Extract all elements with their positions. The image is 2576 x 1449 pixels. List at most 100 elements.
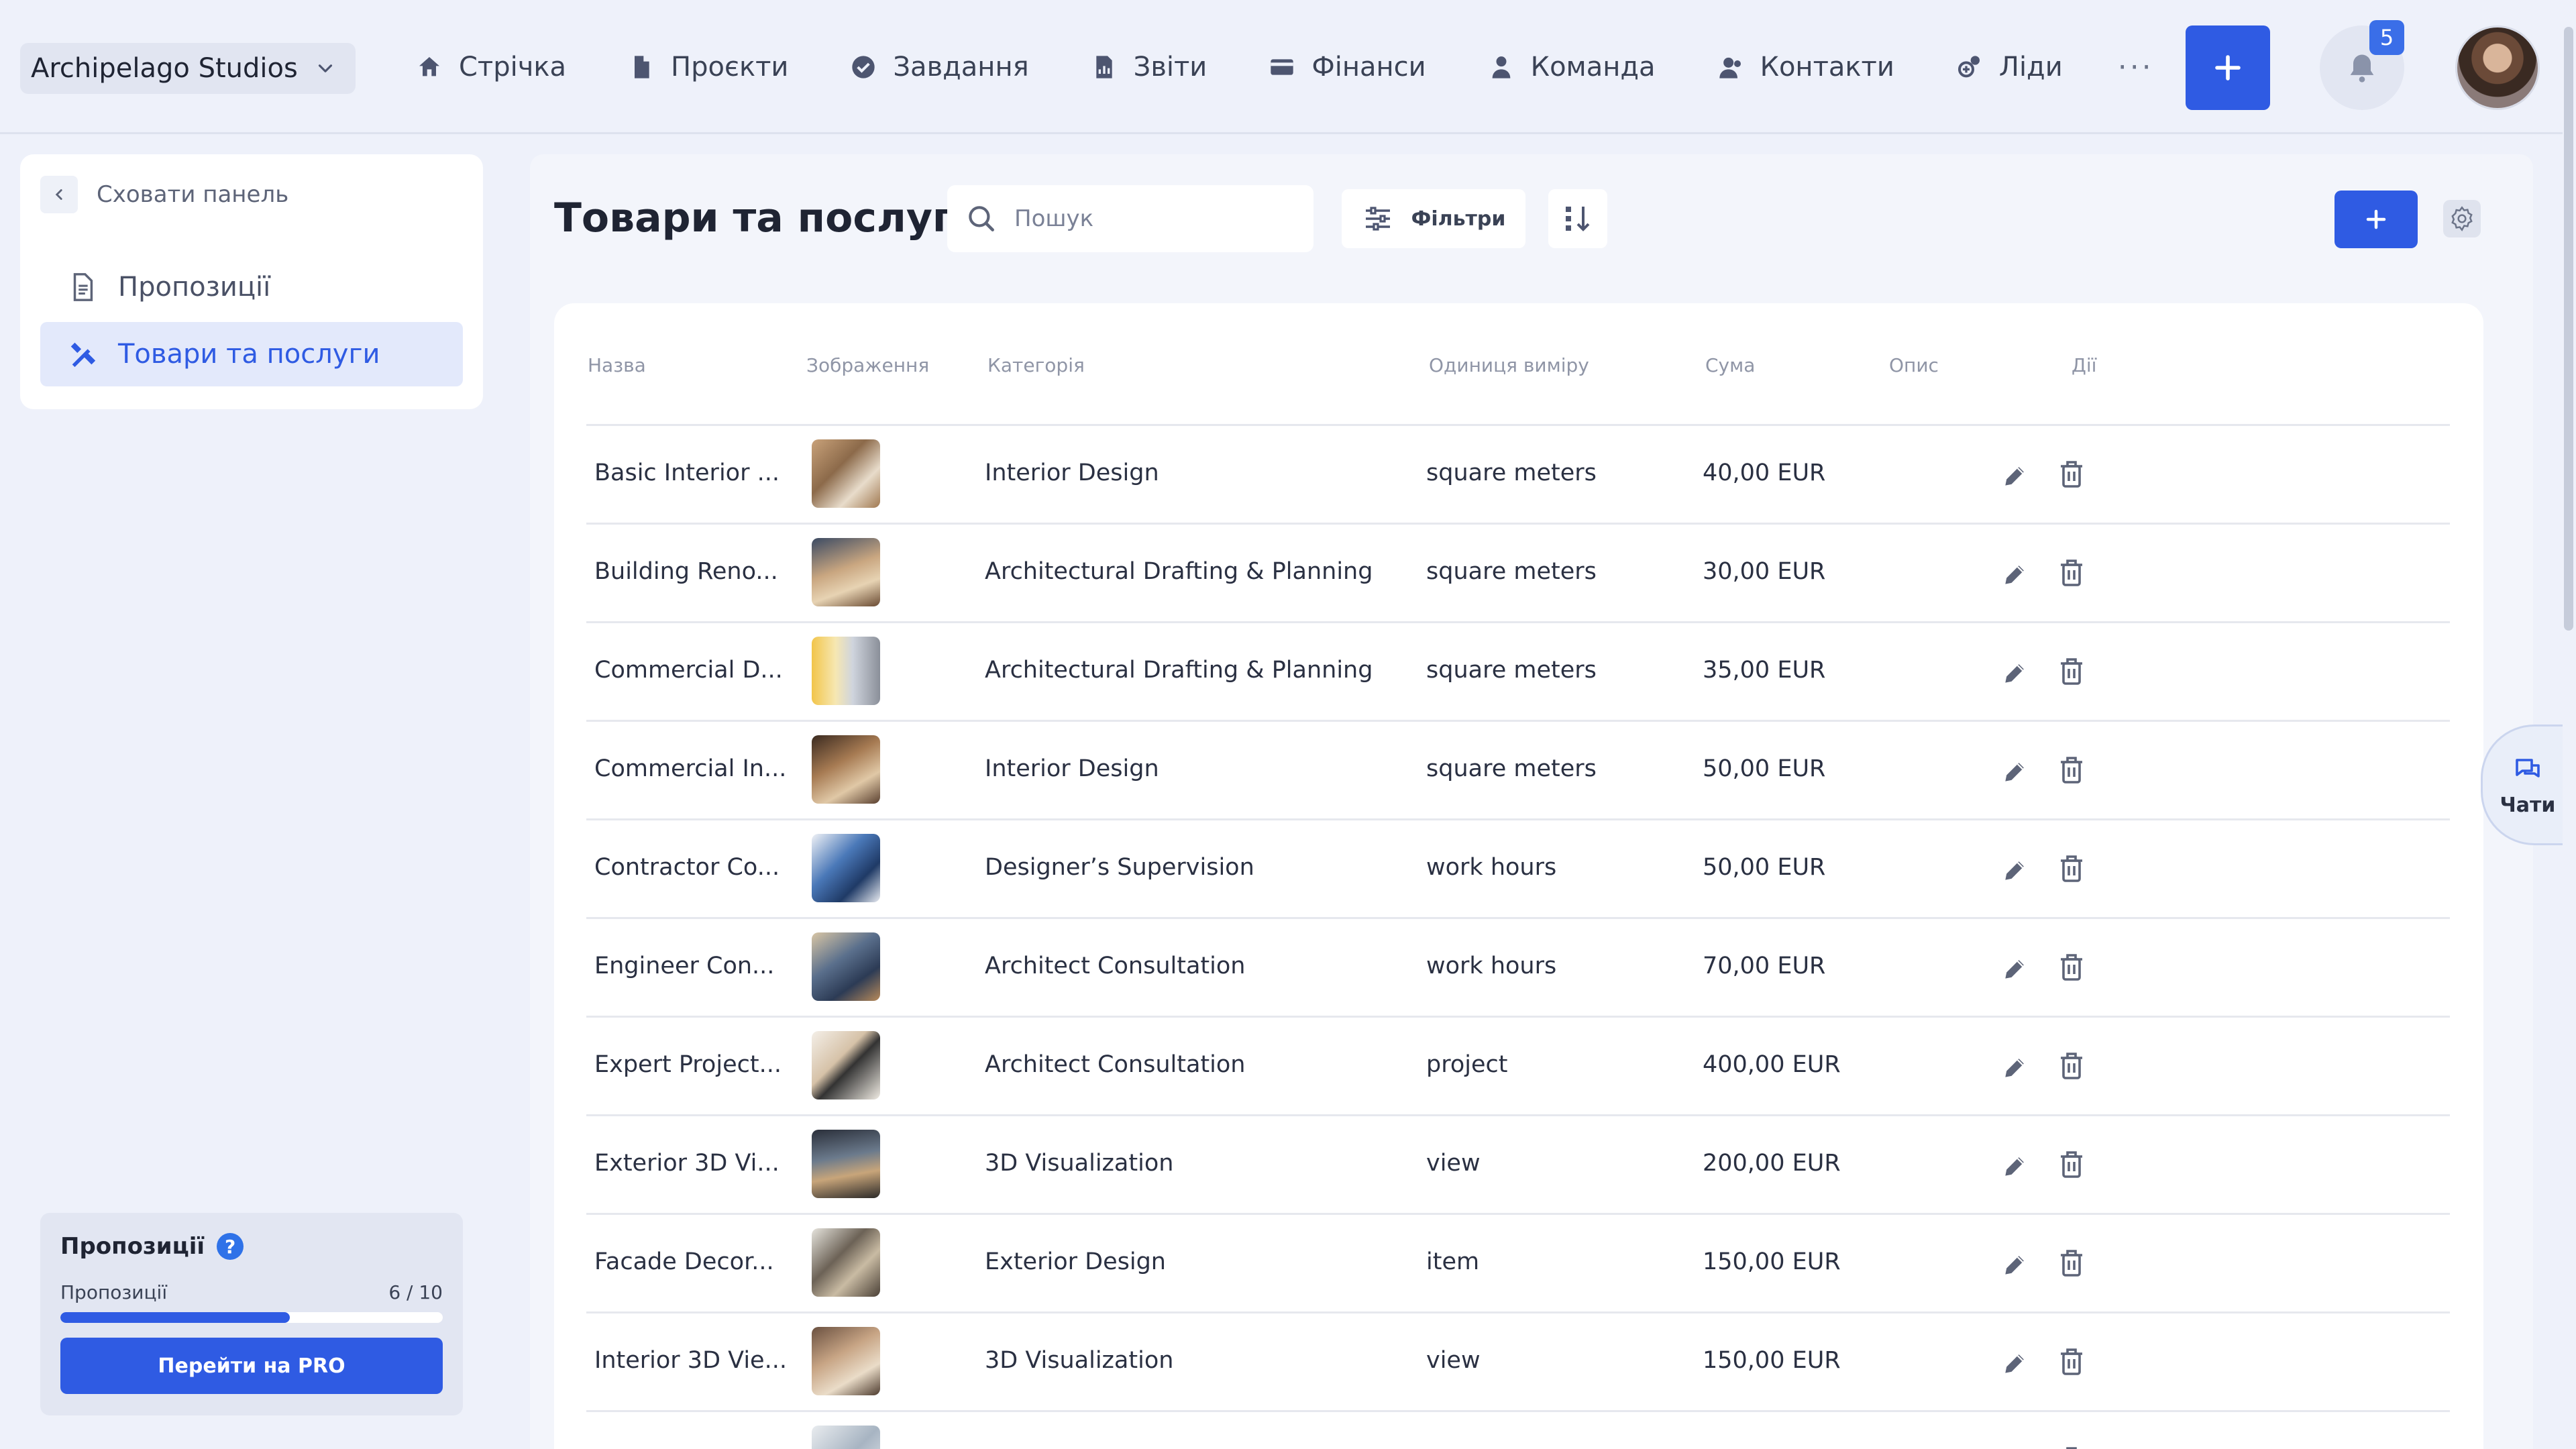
nav-item-tasks[interactable]: Завдання <box>850 52 1029 83</box>
search-input[interactable] <box>1014 205 1296 232</box>
trash-icon[interactable] <box>2055 458 2088 490</box>
product-image[interactable] <box>812 1228 880 1297</box>
product-image[interactable] <box>812 735 880 804</box>
row-name: Commercial D... <box>594 657 783 684</box>
row-unit: project <box>1426 1051 1508 1078</box>
column-header-name[interactable]: Назва <box>588 354 646 376</box>
table-row[interactable]: Interior 3D Vie... 3D Visualization view 15… <box>586 1311 2450 1410</box>
upgrade-pro-button[interactable]: Перейти на PRO <box>60 1338 443 1394</box>
product-image[interactable] <box>812 834 880 902</box>
edit-icon[interactable] <box>2000 559 2030 589</box>
product-image[interactable] <box>812 637 880 705</box>
chats-label: Чати <box>2500 793 2556 817</box>
chevron-left-icon <box>40 176 78 213</box>
column-header-actions: Дії <box>2072 354 2097 376</box>
scrollbar-thumb[interactable] <box>2564 27 2573 631</box>
table-row[interactable]: Commercial In... Interior Design square me… <box>586 720 2450 818</box>
product-image[interactable] <box>812 932 880 1001</box>
trash-icon[interactable] <box>2055 754 2088 786</box>
nav-label: Фінанси <box>1311 52 1426 83</box>
edit-icon[interactable] <box>2000 1053 2030 1082</box>
edit-icon[interactable] <box>2000 658 2030 688</box>
row-category: Architectural Drafting & Planning <box>985 657 1373 684</box>
column-header-unit[interactable]: Одиниця виміру <box>1429 354 1589 376</box>
table-row[interactable] <box>586 1410 2450 1449</box>
global-add-button[interactable] <box>2186 25 2270 110</box>
person-icon <box>1492 56 1511 78</box>
trash-icon[interactable] <box>2055 655 2088 688</box>
trash-icon[interactable] <box>2055 853 2088 885</box>
sidebar-item-products-services[interactable]: Товари та послуги <box>40 322 463 386</box>
sidebar: Сховати панель Пропозиції Товари та посл… <box>20 154 483 409</box>
nav-item-projects[interactable]: Проєкти <box>628 52 788 83</box>
product-image[interactable] <box>812 1327 880 1395</box>
more-nav-icon[interactable]: ··· <box>2118 50 2154 85</box>
row-category: Interior Design <box>985 755 1159 782</box>
row-unit: square meters <box>1426 755 1597 782</box>
help-icon[interactable]: ? <box>217 1233 244 1260</box>
edit-icon[interactable] <box>2000 1151 2030 1181</box>
edit-icon[interactable] <box>2000 954 2030 983</box>
column-header-amount[interactable]: Сума <box>1705 354 1755 376</box>
column-header-category[interactable]: Категорія <box>987 354 1085 376</box>
nav-item-leads[interactable]: Ліди <box>1956 52 2063 83</box>
chats-button[interactable]: Чати <box>2481 724 2576 845</box>
table-settings-button[interactable] <box>2443 200 2481 237</box>
row-name: Building Reno... <box>594 558 778 585</box>
product-image[interactable] <box>812 1426 880 1449</box>
row-amount: 30,00 EUR <box>1703 558 1826 585</box>
table-row[interactable]: Building Reno... Architectural Drafting &… <box>586 523 2450 621</box>
edit-icon[interactable] <box>2000 855 2030 885</box>
row-category: Architectural Drafting & Planning <box>985 558 1373 585</box>
nav-item-feed[interactable]: Стрічка <box>416 52 566 83</box>
row-amount: 70,00 EUR <box>1703 953 1826 979</box>
nav-label: Ліди <box>1998 52 2063 83</box>
sidebar-item-proposals[interactable]: Пропозиції <box>40 255 463 319</box>
nav-item-team[interactable]: Команда <box>1488 52 1656 83</box>
trash-icon[interactable] <box>2055 1148 2088 1181</box>
product-image[interactable] <box>812 538 880 606</box>
nav-item-reports[interactable]: Звіти <box>1091 52 1207 83</box>
sort-icon <box>1566 207 1590 231</box>
row-amount: 400,00 EUR <box>1703 1051 1841 1078</box>
nav-label: Завдання <box>893 52 1029 83</box>
table-row[interactable]: Basic Interior ... Interior Design square … <box>586 424 2450 523</box>
edit-icon[interactable] <box>2000 1250 2030 1279</box>
workspace-selector[interactable]: Archipelago Studios <box>20 43 356 94</box>
product-image[interactable] <box>812 1130 880 1198</box>
nav-item-finance[interactable]: Фінанси <box>1269 52 1426 83</box>
edit-icon[interactable] <box>2000 1348 2030 1378</box>
trash-icon[interactable] <box>2055 1346 2088 1378</box>
row-unit: square meters <box>1426 460 1597 486</box>
filters-button[interactable]: Фільтри <box>1342 189 1525 248</box>
trash-icon[interactable] <box>2055 1444 2088 1449</box>
edit-icon[interactable] <box>2000 461 2030 490</box>
table-row[interactable]: Exterior 3D Vi... 3D Visualization view 200… <box>586 1114 2450 1213</box>
table-row[interactable]: Contractor Co... Designer’s Supervision wo… <box>586 818 2450 917</box>
table-row[interactable]: Expert Project... Architect Consultation p… <box>586 1016 2450 1114</box>
row-amount: 200,00 EUR <box>1703 1150 1841 1177</box>
file-icon <box>635 56 649 78</box>
table-row[interactable]: Facade Decor... Exterior Design item 150,00… <box>586 1213 2450 1311</box>
add-product-button[interactable] <box>2334 191 2418 248</box>
product-image[interactable] <box>812 1031 880 1099</box>
plan-usage-row: Пропозиції 6 / 10 <box>60 1281 443 1303</box>
hide-panel-button[interactable]: Сховати панель <box>40 176 288 213</box>
trash-icon[interactable] <box>2055 1247 2088 1279</box>
trash-icon[interactable] <box>2055 1050 2088 1082</box>
table-row[interactable]: Commercial D... Architectural Drafting & … <box>586 621 2450 720</box>
plan-title: Пропозиції ? <box>60 1233 244 1260</box>
product-image[interactable] <box>812 439 880 508</box>
table-row[interactable]: Engineer Con... Architect Consultation wor… <box>586 917 2450 1016</box>
top-bar: Archipelago Studios Стрічка Проєкти Завд… <box>0 0 2576 134</box>
search-box[interactable] <box>947 185 1313 252</box>
row-category: 3D Visualization <box>985 1150 1174 1177</box>
sort-button[interactable] <box>1548 189 1607 248</box>
row-name: Commercial In... <box>594 755 787 782</box>
contacts-icon <box>1719 57 1741 78</box>
avatar[interactable] <box>2455 25 2540 110</box>
nav-item-contacts[interactable]: Контакти <box>1717 52 1894 83</box>
edit-icon[interactable] <box>2000 757 2030 786</box>
trash-icon[interactable] <box>2055 951 2088 983</box>
trash-icon[interactable] <box>2055 557 2088 589</box>
